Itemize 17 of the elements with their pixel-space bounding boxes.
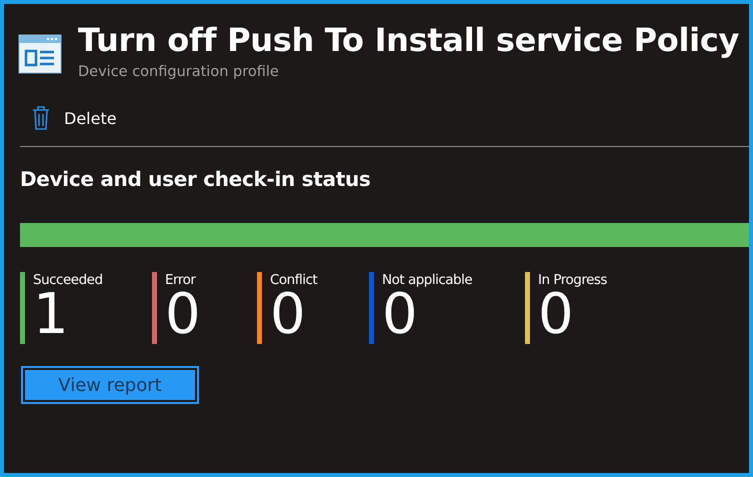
status-count: 0 (270, 290, 306, 340)
status-label: Not applicable (382, 272, 472, 288)
section-title: Device and user check-in status (20, 167, 372, 191)
profile-icon (18, 34, 62, 74)
page-title: Turn off Push To Install service Policy (78, 20, 740, 61)
page-subtitle: Device configuration profile (78, 64, 280, 80)
delete-button[interactable]: Delete (20, 100, 129, 136)
view-report-button[interactable]: View report (23, 368, 197, 402)
status-count: 0 (538, 290, 574, 340)
status-label: Succeeded (33, 272, 103, 288)
status-label: Conflict (270, 272, 318, 288)
status-count: 1 (33, 290, 69, 340)
trash-icon (32, 106, 50, 130)
status-label: In Progress (538, 272, 607, 288)
status-count: 0 (382, 290, 418, 340)
status-count: 0 (165, 290, 201, 340)
status-label: Error (165, 272, 197, 288)
